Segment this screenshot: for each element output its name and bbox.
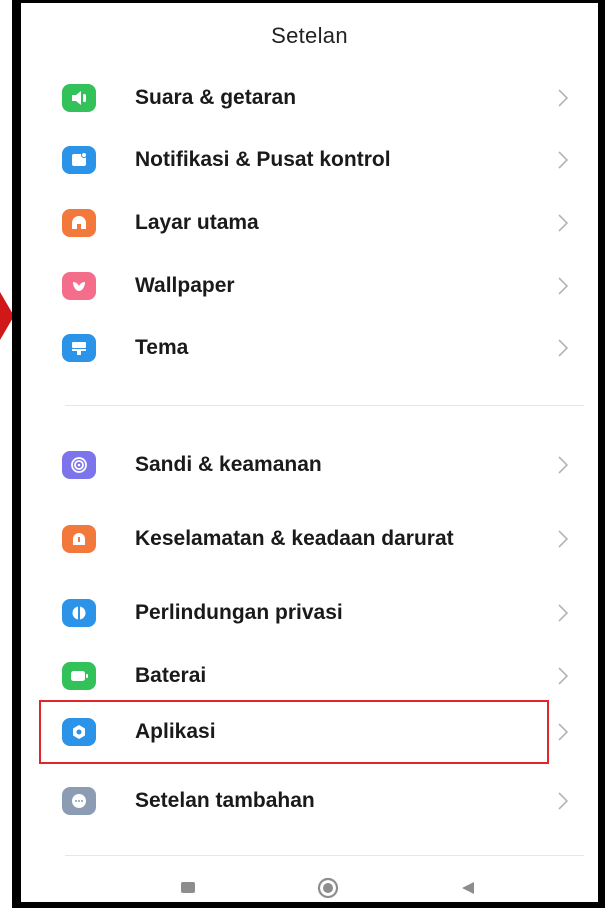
settings-item-setelan-tambahan[interactable]: Setelan tambahan (21, 770, 598, 832)
flower-icon (62, 272, 96, 300)
settings-item-label: Layar utama (135, 211, 259, 234)
settings-item-label: Sandi & keamanan (135, 453, 322, 476)
settings-item-label: Aplikasi (135, 720, 216, 743)
chevron-right-icon (556, 211, 570, 235)
recents-square-icon[interactable] (173, 873, 203, 902)
settings-item-label: Keselamatan & keadaan darurat (135, 527, 454, 550)
speaker-icon (62, 84, 96, 112)
gear-icon (62, 718, 96, 746)
chevron-right-icon (556, 148, 570, 172)
settings-item-keselamatan[interactable]: Keselamatan & keadaan darurat (21, 503, 598, 575)
home-icon (62, 209, 96, 237)
settings-item-aplikasi[interactable]: Aplikasi (21, 701, 598, 763)
emergency-icon (62, 525, 96, 553)
fingerprint-icon (62, 451, 96, 479)
settings-item-sandi-keamanan[interactable]: Sandi & keamanan (21, 434, 598, 496)
settings-item-label: Baterai (135, 664, 207, 687)
settings-item-label: Tema (135, 336, 189, 359)
page-title: Setelan (271, 23, 348, 48)
chevron-right-icon (556, 453, 570, 477)
chevron-right-icon (556, 274, 570, 298)
settings-item-perlindungan-privasi[interactable]: Perlindungan privasi (21, 582, 598, 644)
settings-item-wallpaper[interactable]: Wallpaper (21, 255, 598, 317)
chevron-right-icon (556, 336, 570, 360)
navbar-divider (65, 855, 584, 856)
settings-item-label: Perlindungan privasi (135, 601, 343, 624)
notification-icon (62, 146, 96, 174)
chevron-right-icon (556, 664, 570, 688)
settings-item-baterai[interactable]: Baterai (21, 645, 598, 707)
settings-item-label: Suara & getaran (135, 86, 297, 109)
chevron-right-icon (556, 720, 570, 744)
home-circle-icon[interactable] (313, 873, 343, 902)
settings-item-notifikasi[interactable]: Notifikasi & Pusat kontrol (21, 129, 598, 191)
navigation-bar (21, 865, 598, 902)
back-triangle-icon[interactable] (453, 873, 483, 902)
privacy-icon (62, 599, 96, 627)
settings-item-tema[interactable]: Tema (21, 317, 598, 379)
more-icon (62, 787, 96, 815)
settings-item-label: Wallpaper (135, 274, 235, 297)
chevron-right-icon (556, 527, 570, 551)
battery-icon (62, 662, 96, 690)
settings-item-layar-utama[interactable]: Layar utama (21, 192, 598, 254)
chevron-right-icon (556, 86, 570, 110)
settings-item-label: Notifikasi & Pusat kontrol (135, 148, 391, 171)
settings-item-suara-getaran[interactable]: Suara & getaran (21, 67, 598, 129)
phone-screen: Setelan Suara & getaran Notifikasi & Pus… (12, 0, 605, 908)
group-divider (65, 405, 584, 406)
settings-item-label: Setelan tambahan (135, 789, 315, 812)
chevron-right-icon (556, 789, 570, 813)
theme-icon (62, 334, 96, 362)
chevron-right-icon (556, 601, 570, 625)
